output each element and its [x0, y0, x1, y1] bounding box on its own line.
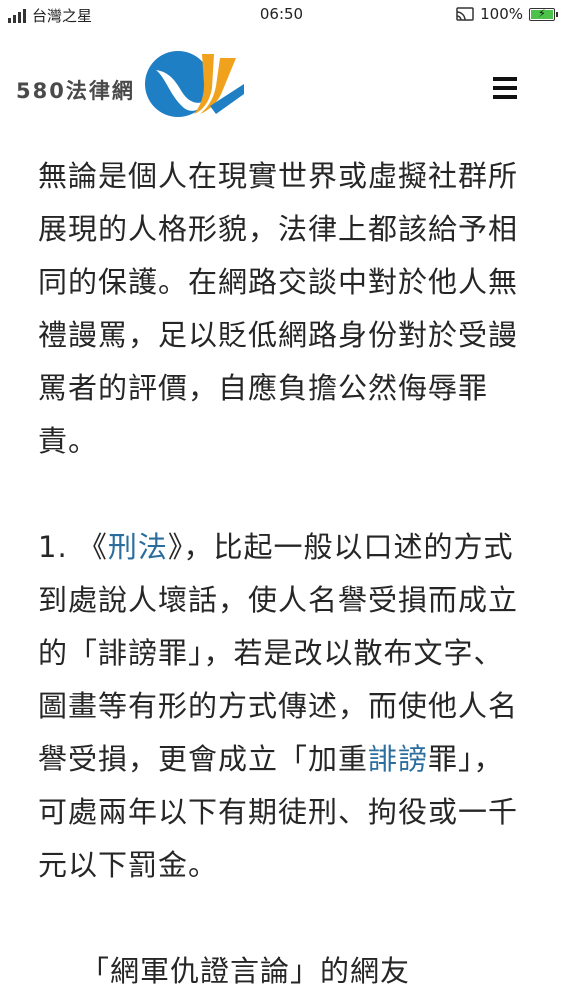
- battery-icon: ⚡: [529, 7, 558, 21]
- article-body: 無論是個人在現實世界或虛擬社群所展現的人格形貌，法律上都該給予相同的保護。在網路…: [38, 150, 528, 998]
- paragraph-text: ，比起一般以口述的方式到處說人壞話，使人名譽受損而成立的「誹謗罪」，若是改以散布…: [38, 530, 519, 776]
- status-right: 100% ⚡: [456, 5, 558, 23]
- defamation-link[interactable]: 誹謗: [368, 742, 428, 776]
- bracket-open: 《: [77, 530, 108, 564]
- site-logo-text[interactable]: 580法律網: [16, 75, 135, 105]
- list-number: 1.: [38, 530, 78, 564]
- paragraph-text: 「網軍仇證言論」的網友: [80, 954, 411, 988]
- hamburger-menu-icon[interactable]: [493, 77, 517, 99]
- criminal-code-link[interactable]: 刑法: [108, 530, 168, 564]
- bracket-close: 》: [167, 530, 184, 564]
- status-bar: 台灣之星 06:50 100% ⚡: [0, 0, 563, 30]
- battery-percent: 100%: [480, 5, 523, 23]
- article-paragraph: 1. 《刑法》，比起一般以口述的方式到處說人壞話，使人名譽受損而成立的「誹謗罪」…: [38, 521, 528, 892]
- paragraph-text: 無論是個人在現實世界或虛擬社群所展現的人格形貌，法律上都該給予相同的保護。在網路…: [38, 159, 519, 458]
- cast-icon: [456, 7, 474, 21]
- article-paragraph: 無論是個人在現實世界或虛擬社群所展現的人格形貌，法律上都該給予相同的保護。在網路…: [38, 150, 528, 468]
- article-paragraph-partial: 「網軍仇證言論」的網友: [38, 945, 528, 998]
- site-header: 580法律網: [0, 30, 563, 145]
- site-logo-icon[interactable]: [140, 48, 244, 118]
